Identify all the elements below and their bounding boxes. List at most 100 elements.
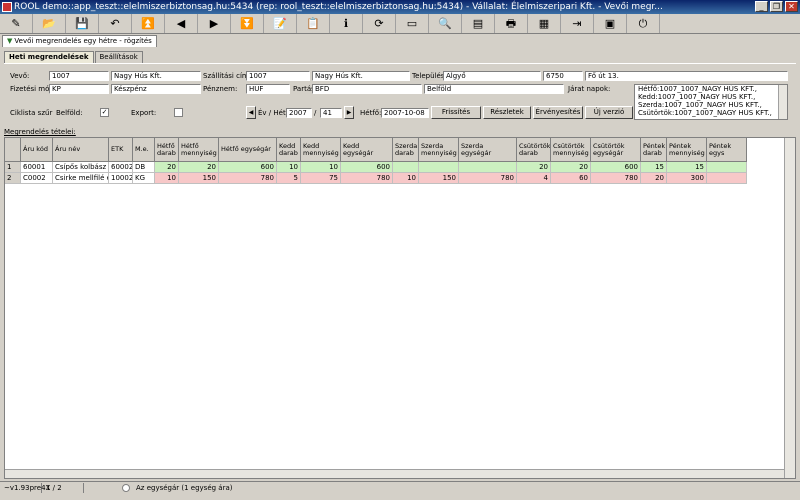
grid-button[interactable]: ▦	[528, 14, 561, 33]
table-cell[interactable]: C0002	[21, 173, 53, 184]
hetfo-field[interactable]: 2007-10-08	[381, 108, 429, 118]
column-header[interactable]: Hétfő darab	[155, 138, 179, 162]
table-cell[interactable]: 150	[179, 173, 219, 184]
table-cell[interactable]: 15	[667, 162, 707, 173]
reszletek-button[interactable]: Részletek	[483, 106, 531, 119]
last-button[interactable]: ⏬	[231, 14, 264, 33]
export-checkbox[interactable]	[174, 108, 183, 117]
window-button[interactable]: ▭	[396, 14, 429, 33]
table-cell[interactable]: 300	[667, 173, 707, 184]
info-button[interactable]: ℹ	[330, 14, 363, 33]
table-cell[interactable]: 780	[459, 173, 517, 184]
table-cell[interactable]: 20	[551, 162, 591, 173]
table-cell[interactable]: 780	[591, 173, 641, 184]
table-cell[interactable]: 15	[641, 162, 667, 173]
vevo-name-field[interactable]: Nagy Hús Kft.	[111, 71, 201, 81]
ev-field[interactable]: 2007	[286, 108, 312, 118]
list-scrollbar[interactable]	[778, 85, 787, 119]
table-cell[interactable]: KG	[133, 173, 155, 184]
minimize-button[interactable]: _	[755, 1, 768, 12]
table-cell[interactable]: 10	[277, 162, 301, 173]
table-cell[interactable]	[707, 173, 747, 184]
table-cell[interactable]	[459, 162, 517, 173]
column-header[interactable]: Kedd darab	[277, 138, 301, 162]
column-header[interactable]: ETK	[109, 138, 133, 162]
exit-button[interactable]: ⏻	[627, 14, 660, 33]
vertical-scrollbar[interactable]	[784, 138, 795, 478]
table-cell[interactable]: 10	[301, 162, 341, 173]
open-button[interactable]: 📂	[33, 14, 66, 33]
print-button[interactable]: 🖶	[495, 14, 528, 33]
column-header[interactable]: Áru név	[53, 138, 109, 162]
list-item[interactable]: Hétfő:1007_1007_NAGY HÚS KFT.,	[635, 85, 778, 93]
maximize-button[interactable]: ❐	[770, 1, 783, 12]
column-header[interactable]: Csütörtök egységár	[591, 138, 641, 162]
table-cell[interactable]: 5	[277, 173, 301, 184]
column-header[interactable]: Szerda egységár	[459, 138, 517, 162]
form-button[interactable]: ▤	[462, 14, 495, 33]
column-header[interactable]: M.e.	[133, 138, 155, 162]
table-cell[interactable]: 20	[517, 162, 551, 173]
column-header[interactable]	[5, 138, 21, 162]
column-header[interactable]: Péntek egys	[707, 138, 747, 162]
export-button[interactable]: ⇥	[561, 14, 594, 33]
horizontal-scrollbar[interactable]	[5, 469, 784, 478]
column-header[interactable]: Áru kód	[21, 138, 53, 162]
note-button[interactable]: 📝	[264, 14, 297, 33]
het-field[interactable]: 41	[320, 108, 342, 118]
column-header[interactable]: Csütörtök darab	[517, 138, 551, 162]
unit-price-radio[interactable]	[122, 484, 130, 492]
row-header[interactable]: 2	[5, 173, 21, 184]
table-cell[interactable]: DB	[133, 162, 155, 173]
list-item[interactable]: Szerda:1007_1007_NAGY HÚS KFT.,	[635, 101, 778, 109]
table-cell[interactable]: 20	[641, 173, 667, 184]
column-header[interactable]: Hétfő egységár	[219, 138, 277, 162]
column-header[interactable]: Péntek darab	[641, 138, 667, 162]
table-cell[interactable]: 600	[219, 162, 277, 173]
vevo-code-field[interactable]: 1007	[49, 71, 109, 81]
column-header[interactable]: Kedd mennyiség	[301, 138, 341, 162]
next-button[interactable]: ▶	[198, 14, 231, 33]
frissites-button[interactable]: Frissítés	[431, 106, 481, 119]
table-cell[interactable]: 20	[179, 162, 219, 173]
table-cell[interactable]	[419, 162, 459, 173]
list-item[interactable]: Csütörtök:1007_1007_NAGY HÚS KFT.,	[635, 109, 778, 117]
uj-verzio-button[interactable]: Új verzió	[585, 106, 633, 119]
table-cell[interactable]: 4	[517, 173, 551, 184]
table-cell[interactable]	[707, 162, 747, 173]
close-button[interactable]: ✕	[785, 1, 798, 12]
table-row[interactable]: 1 60001 Csípős kolbász 60002 DB 20 20 600 10 10 60…	[5, 162, 747, 173]
column-header[interactable]: Csütörtök mennyiség	[551, 138, 591, 162]
irsz-field[interactable]: 6750	[543, 71, 583, 81]
table-cell[interactable]: Csirke mellfilé eh.	[53, 173, 109, 184]
szallitasi-code-field[interactable]: 1007	[246, 71, 310, 81]
column-header[interactable]: Kedd egységár	[341, 138, 393, 162]
table-cell[interactable]: 10	[155, 173, 179, 184]
table-cell[interactable]: 780	[219, 173, 277, 184]
prev-week-button[interactable]: ◀	[246, 106, 256, 119]
tab-heti-megrendelesek[interactable]: Heti megrendelések	[4, 51, 94, 63]
column-header[interactable]: Hétfő mennyiség	[179, 138, 219, 162]
save-button[interactable]: 💾	[66, 14, 99, 33]
edit-button[interactable]: ✎	[0, 14, 33, 33]
column-header[interactable]: Szerda darab	[393, 138, 419, 162]
table-cell[interactable]: 10002	[109, 173, 133, 184]
undo-button[interactable]: ↶	[99, 14, 132, 33]
calendar-button[interactable]: ▣	[594, 14, 627, 33]
prev-button[interactable]: ◀	[165, 14, 198, 33]
table-cell[interactable]: 60001	[21, 162, 53, 173]
fizetesi-code-field[interactable]: KP	[49, 84, 109, 94]
copy-button[interactable]: 📋	[297, 14, 330, 33]
belfold-checkbox[interactable]: ✓	[100, 108, 109, 117]
tab-beallitasok[interactable]: Beállítások	[94, 51, 143, 63]
table-cell[interactable]: 60002	[109, 162, 133, 173]
refresh-button[interactable]: ⟳	[363, 14, 396, 33]
partas-field[interactable]: BFD	[312, 84, 422, 94]
table-cell[interactable]: 20	[155, 162, 179, 173]
table-cell[interactable]: 75	[301, 173, 341, 184]
table-cell[interactable]: 600	[341, 162, 393, 173]
jarat-napok-list[interactable]: Hétfő:1007_1007_NAGY HÚS KFT., Kedd:1007…	[634, 84, 788, 120]
next-week-button[interactable]: ▶	[344, 106, 354, 119]
table-cell[interactable]: 780	[341, 173, 393, 184]
penznem-field[interactable]: HUF	[246, 84, 290, 94]
